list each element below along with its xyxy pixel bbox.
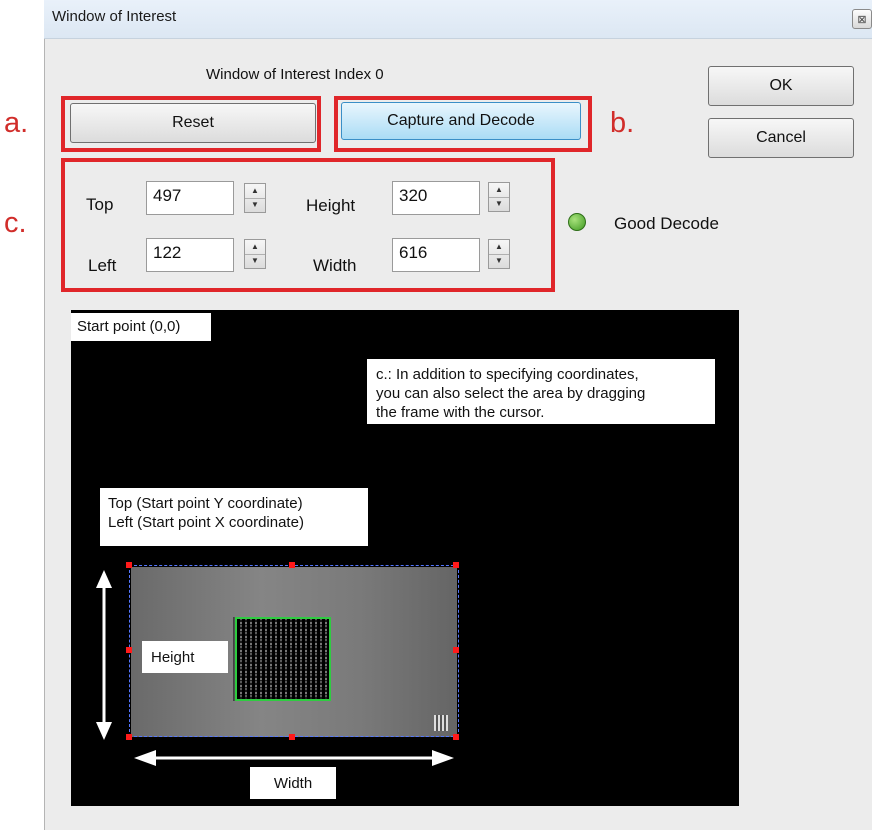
ok-button[interactable]: OK: [708, 66, 854, 106]
spin-down-icon[interactable]: ▼: [489, 197, 509, 211]
height-arrow-icon: [96, 570, 112, 740]
roi-handle[interactable]: [453, 562, 459, 568]
height-dimension-label: Height: [142, 641, 228, 673]
close-button[interactable]: ⊠: [852, 9, 872, 29]
roi-handle[interactable]: [453, 647, 459, 653]
left-label: Left: [88, 256, 117, 275]
height-input[interactable]: 320: [392, 181, 480, 215]
highlight-box-c: [61, 158, 555, 292]
top-label: Top: [86, 195, 114, 214]
width-dimension-label: Width: [250, 767, 336, 799]
annotation-b: b.: [610, 107, 635, 139]
roi-handle[interactable]: [453, 734, 459, 740]
spin-up-icon[interactable]: ▲: [245, 240, 265, 255]
roi-handle[interactable]: [289, 734, 295, 740]
start-point-label: Start point (0,0): [71, 313, 211, 341]
note-line: you can also select the area by dragging: [376, 385, 646, 402]
note-line: c.: In addition to specifying coordinate…: [376, 366, 639, 383]
window-title: Window of Interest: [52, 8, 177, 25]
left-spinner[interactable]: ▲ ▼: [244, 239, 266, 269]
annotation-a: a.: [4, 107, 29, 139]
top-spinner[interactable]: ▲ ▼: [244, 183, 266, 213]
top-input[interactable]: 497: [146, 181, 234, 215]
annotation-c: c.: [4, 207, 27, 239]
roi-handle[interactable]: [289, 562, 295, 568]
width-spinner[interactable]: ▲ ▼: [488, 239, 510, 269]
cancel-button[interactable]: Cancel: [708, 118, 854, 158]
highlight-box-b: [334, 96, 592, 152]
note-line: the frame with the cursor.: [376, 404, 545, 421]
spin-down-icon[interactable]: ▼: [245, 254, 265, 268]
note-line: Left (Start point X coordinate): [108, 514, 304, 531]
height-spinner[interactable]: ▲ ▼: [488, 182, 510, 212]
roi-handle[interactable]: [126, 647, 132, 653]
width-label: Width: [313, 256, 357, 275]
width-input[interactable]: 616: [392, 238, 480, 272]
spin-up-icon[interactable]: ▲: [245, 184, 265, 199]
left-input[interactable]: 122: [146, 238, 234, 272]
index-label: Window of Interest Index 0: [206, 66, 384, 83]
roi-handle[interactable]: [126, 562, 132, 568]
top-left-coordinate-note: Top (Start point Y coordinate) Left (Sta…: [100, 488, 368, 546]
height-label: Height: [306, 196, 356, 215]
instruction-note: c.: In addition to specifying coordinate…: [367, 359, 715, 424]
highlight-box-a: [61, 96, 321, 152]
spin-up-icon[interactable]: ▲: [489, 240, 509, 255]
spin-down-icon[interactable]: ▼: [489, 254, 509, 268]
width-arrow-icon: [134, 750, 454, 766]
decode-status-text: Good Decode: [614, 214, 719, 233]
note-line: Top (Start point Y coordinate): [108, 495, 303, 512]
decode-status-led-icon: [568, 213, 586, 231]
spin-down-icon[interactable]: ▼: [245, 198, 265, 212]
spin-up-icon[interactable]: ▲: [489, 183, 509, 198]
roi-handle[interactable]: [126, 734, 132, 740]
